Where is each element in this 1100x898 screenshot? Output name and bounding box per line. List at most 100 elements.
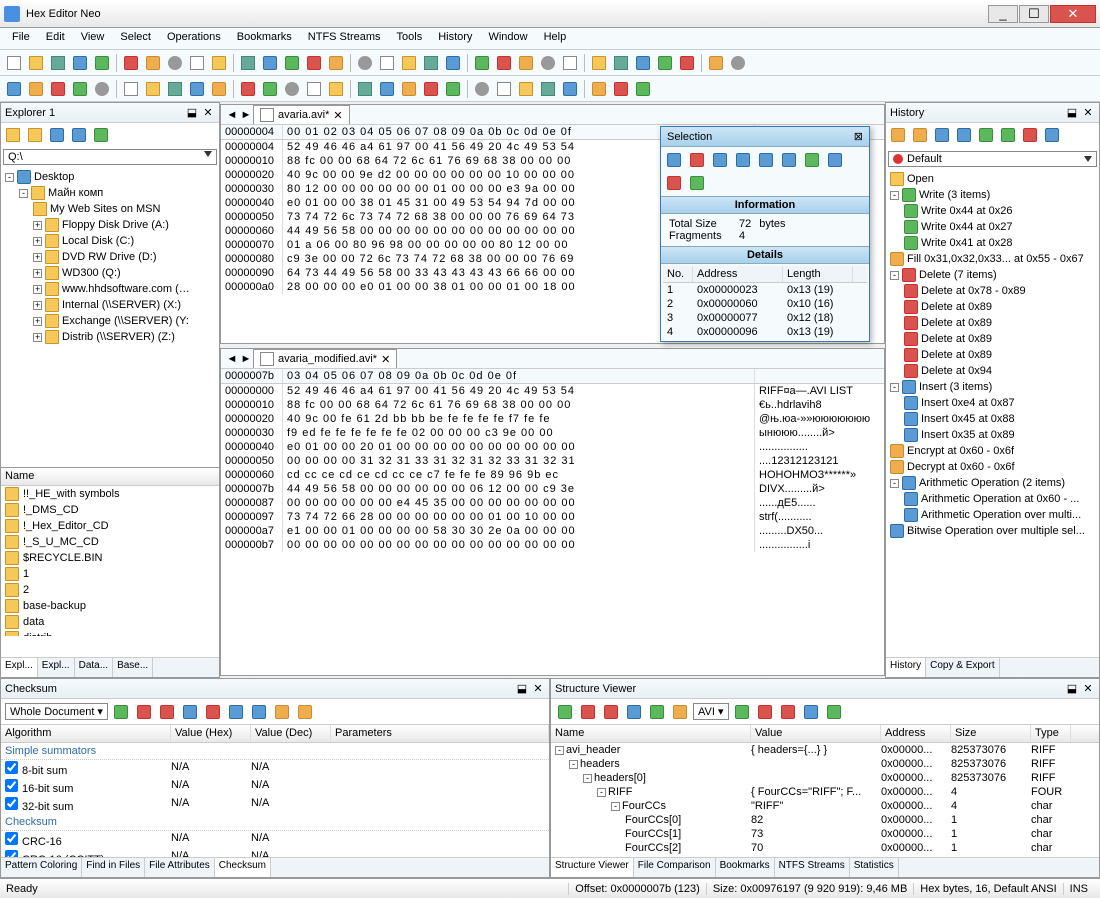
selection-tool-1[interactable]: [687, 150, 707, 170]
toolbar-button-5[interactable]: [121, 79, 141, 99]
structure-tool-3[interactable]: [624, 702, 644, 722]
toolbar-button-1[interactable]: [26, 53, 46, 73]
history-tree[interactable]: Open-Write (3 items)Write 0x44 at 0x26Wr…: [886, 169, 1099, 657]
selection-tool-0[interactable]: [664, 150, 684, 170]
toolbar-button-24[interactable]: [560, 79, 580, 99]
toolbar-button-6[interactable]: [143, 53, 163, 73]
toolbar-button-4[interactable]: [92, 79, 112, 99]
checksum-tool-3[interactable]: [180, 702, 200, 722]
history-item[interactable]: Delete at 0x89: [890, 331, 1095, 347]
checksum-scope-selector[interactable]: Whole Document ▾: [5, 703, 108, 720]
expand-toggle[interactable]: -: [597, 788, 606, 797]
history-item[interactable]: Insert 0x45 at 0x88: [890, 411, 1095, 427]
tree-item[interactable]: +Local Disk (C:): [5, 233, 215, 249]
hex-row[interactable]: 000000b700 00 00 00 00 00 00 00 00 00 00…: [221, 538, 884, 552]
toolbar-button-2[interactable]: [48, 53, 68, 73]
nav-next-icon[interactable]: ►: [239, 353, 253, 365]
history-item[interactable]: Delete at 0x78 - 0x89: [890, 283, 1095, 299]
history-item[interactable]: Delete at 0x94: [890, 363, 1095, 379]
hex-row[interactable]: 0000008700 00 00 00 00 00 e4 45 35 00 00…: [221, 496, 884, 510]
expand-toggle[interactable]: -: [890, 479, 899, 488]
col-size[interactable]: Size: [951, 725, 1031, 742]
toolbar-button-27[interactable]: [633, 53, 653, 73]
hex-row[interactable]: 00000040e0 01 00 00 20 01 00 00 00 00 00…: [221, 440, 884, 454]
col-value[interactable]: Value: [751, 725, 881, 742]
list-item[interactable]: $RECYCLE.BIN: [1, 550, 219, 566]
toolbar-button-8[interactable]: [187, 53, 207, 73]
tree-item[interactable]: -Desktop: [5, 169, 215, 185]
hex-data-cell[interactable]: e1 00 00 01 00 00 00 00 58 30 30 2e 0a 0…: [283, 524, 754, 538]
menu-operations[interactable]: Operations: [159, 28, 229, 49]
history-tool-4[interactable]: [976, 125, 996, 145]
toolbar-button-16[interactable]: [377, 53, 397, 73]
list-item[interactable]: 2: [1, 582, 219, 598]
algorithm-checkbox[interactable]: [5, 761, 18, 774]
explorer-tab[interactable]: Expl...: [1, 658, 38, 677]
col-address[interactable]: Address: [881, 725, 951, 742]
file-tab-1[interactable]: avaria.avi* ✕: [253, 105, 350, 124]
bottom-tab[interactable]: File Comparison: [634, 858, 716, 877]
col-no[interactable]: No.: [663, 266, 693, 282]
menu-help[interactable]: Help: [536, 28, 575, 49]
col-algorithm[interactable]: Algorithm: [1, 725, 171, 742]
close-icon[interactable]: ✕: [201, 106, 215, 120]
col-name[interactable]: Name: [551, 725, 751, 742]
history-tool-5[interactable]: [998, 125, 1018, 145]
hex-data-cell[interactable]: 00 00 00 00 00 00 e4 45 35 00 00 00 00 0…: [283, 496, 754, 510]
menu-history[interactable]: History: [430, 28, 480, 49]
hex-data-cell[interactable]: 40 9c 00 fe 61 2d bb bb be fe fe fe fe f…: [283, 412, 754, 426]
toolbar-button-2[interactable]: [48, 79, 68, 99]
toolbar-button-9[interactable]: [209, 79, 229, 99]
toolbar-button-0[interactable]: [4, 79, 24, 99]
toolbar-button-7[interactable]: [165, 53, 185, 73]
selection-row[interactable]: 40x000000960x13 (19): [663, 325, 867, 339]
toolbar-button-31[interactable]: [728, 53, 748, 73]
bottom-tab[interactable]: Statistics: [850, 858, 899, 877]
pin-icon[interactable]: ⬓: [515, 682, 529, 696]
expand-toggle[interactable]: +: [33, 221, 42, 230]
toolbar-button-0[interactable]: [4, 53, 24, 73]
menu-bookmarks[interactable]: Bookmarks: [229, 28, 300, 49]
list-item[interactable]: base-backup: [1, 598, 219, 614]
list-item[interactable]: 1: [1, 566, 219, 582]
checksum-tool-5[interactable]: [226, 702, 246, 722]
selection-tool-8[interactable]: [664, 173, 684, 193]
structure-tool-0[interactable]: [555, 702, 575, 722]
hex-row[interactable]: 0000002040 9c 00 fe 61 2d bb bb be fe fe…: [221, 412, 884, 426]
bottom-tab[interactable]: Structure Viewer: [551, 858, 634, 877]
expand-toggle[interactable]: +: [33, 285, 42, 294]
checksum-tool-6[interactable]: [249, 702, 269, 722]
list-item[interactable]: !!_HE_with symbols: [1, 486, 219, 502]
explorer-tool-3[interactable]: [69, 125, 89, 145]
history-item[interactable]: Decrypt at 0x60 - 0x6f: [890, 459, 1095, 475]
toolbar-button-13[interactable]: [304, 53, 324, 73]
structure-tool-4[interactable]: [824, 702, 844, 722]
expand-toggle[interactable]: -: [5, 173, 14, 182]
history-tool-1[interactable]: [910, 125, 930, 145]
toolbar-button-1[interactable]: [26, 79, 46, 99]
menu-tools[interactable]: Tools: [389, 28, 431, 49]
hex-data-cell[interactable]: 52 49 46 46 a4 61 97 00 41 56 49 20 4c 4…: [283, 384, 754, 398]
selection-tool-4[interactable]: [756, 150, 776, 170]
checksum-tool-7[interactable]: [272, 702, 292, 722]
expand-toggle[interactable]: -: [890, 383, 899, 392]
hex-row[interactable]: 00000060cd cc ce cd ce cd cc ce c7 fe fe…: [221, 468, 884, 482]
hex-row[interactable]: 0000001088 fc 00 00 68 64 72 6c 61 76 69…: [221, 398, 884, 412]
checksum-row[interactable]: CRC-16 (CCITT)N/AN/A: [1, 849, 549, 857]
structure-row[interactable]: -avi_header{ headers={...} }0x00000...82…: [551, 743, 1099, 757]
toolbar-button-5[interactable]: [121, 53, 141, 73]
toolbar-button-20[interactable]: [472, 79, 492, 99]
expand-toggle[interactable]: -: [555, 746, 564, 755]
structure-tool-2[interactable]: [778, 702, 798, 722]
tree-item[interactable]: +WD300 (Q:): [5, 265, 215, 281]
structure-tool-1[interactable]: [755, 702, 775, 722]
history-item[interactable]: Bitwise Operation over multiple sel...: [890, 523, 1095, 539]
structure-row[interactable]: FourCCs[1]730x00000...1char: [551, 827, 1099, 841]
expand-toggle[interactable]: -: [583, 774, 592, 783]
toolbar-button-18[interactable]: [421, 53, 441, 73]
hex-data-cell[interactable]: f9 ed fe fe fe fe fe fe 02 00 00 00 c3 9…: [283, 426, 754, 440]
checksum-tool-1[interactable]: [134, 702, 154, 722]
toolbar-button-14[interactable]: [326, 53, 346, 73]
selection-tool-3[interactable]: [733, 150, 753, 170]
toolbar-button-28[interactable]: [655, 53, 675, 73]
